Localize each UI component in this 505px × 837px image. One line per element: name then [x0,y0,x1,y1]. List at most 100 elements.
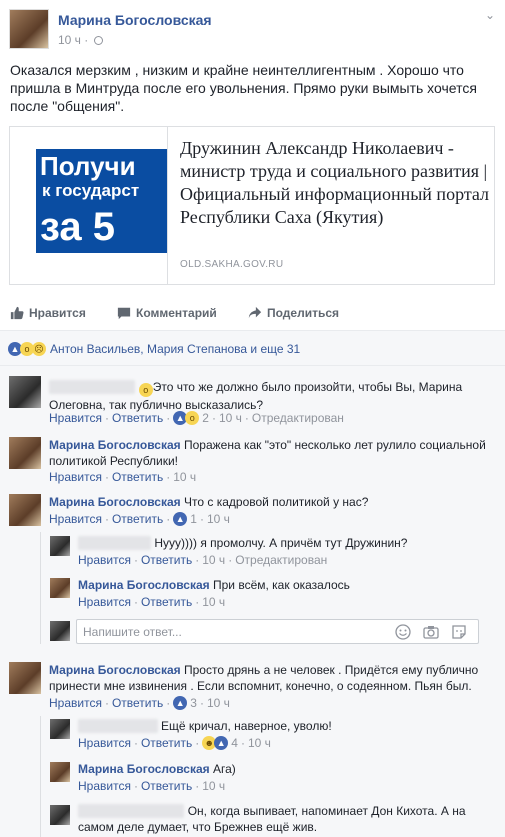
reaction-count[interactable]: 4 [231,736,238,750]
banner-text-line-1: Получи [40,151,136,181]
reply-text: Аааааа Ааааааааа Он, когда выпивает, нап… [78,803,488,835]
comment-reply-link[interactable]: Ответить [112,411,163,425]
reply-body: Ага) [213,762,236,776]
replier-avatar[interactable] [50,762,70,782]
thumbs-up-icon [10,306,24,320]
comment-meta: Нравится · Ответить · ▲ 1 · 10 ч [49,512,230,526]
replier-avatar[interactable] [50,536,70,556]
comment-like-link[interactable]: Нравится [49,512,102,526]
reply-reply-link[interactable]: Ответить [141,553,192,567]
reply-meta: Нравится · Ответить · 10 ч [78,595,226,609]
wow-emoji-icon: o [138,383,153,397]
comment-like-link[interactable]: Нравится [49,411,102,425]
reply-body: Нууу)))) я промолчу. А причём тут Дружин… [154,536,408,550]
share-label: Поделиться [267,306,340,320]
chevron-down-icon[interactable]: ⌄ [485,8,495,22]
comment-text: Марина Богословская Просто дрянь а не че… [49,662,494,694]
sad-reaction-icon: ☹ [32,342,46,356]
link-preview-domain: OLD.SAKHA.GOV.RU [180,259,284,270]
reply-author[interactable]: Марина Богословская [78,762,210,776]
edited-label[interactable]: Отредактирован [235,553,327,567]
post-actions-bar: Нравится Комментарий Поделиться [0,300,505,328]
reaction-count[interactable]: 1 [190,512,197,526]
reaction-count[interactable]: 2 [202,411,209,425]
replier-avatar[interactable] [50,719,70,739]
comment-body: Что с кадровой политикой у нас? [184,495,369,509]
reply-body: Ещё кричал, наверное, уволю! [161,719,332,733]
comment-author[interactable]: Марина Богословская [49,663,181,677]
reactions-summary[interactable]: ▲ o ☹ Антон Васильев, Мария Степанова и … [8,342,300,356]
facebook-post: Марина Богословская 10 ч · ⌄ Оказался ме… [0,0,505,837]
reply-time[interactable]: 10 ч [248,736,271,750]
reply-reply-link[interactable]: Ответить [141,595,192,609]
reply-reply-link[interactable]: Ответить [141,779,192,793]
wow-reaction-icon: o [185,411,200,425]
comment-text: Марина Богословская Поражена как "это" н… [49,437,489,469]
reply-like-link[interactable]: Нравится [78,553,131,567]
share-icon [248,306,262,319]
reply-meta: Нравится · Ответить · 10 ч · Отредактиро… [78,553,328,567]
comment-time[interactable]: 10 ч [207,512,230,526]
emoji-icon[interactable] [395,624,411,640]
like-button[interactable]: Нравится [10,306,86,320]
reply-meta: Нравится · Ответить · ☻ ▲ 4 · 10 ч [78,736,271,750]
link-preview-card[interactable]: Получи к государст за 5 Дружинин Алексан… [9,126,495,285]
redacted-author: Ааааа Ааааааа [49,380,136,394]
comment-author[interactable]: Марина Богословская [49,495,181,509]
sticker-icon[interactable] [451,624,467,640]
like-label: Нравится [29,306,86,320]
reply-like-link[interactable]: Нравится [78,595,131,609]
reply-input[interactable] [83,624,383,639]
reply-text: Ааааа Аааааа Ещё кричал, наверное, уволю… [78,718,488,734]
post-time[interactable]: 10 ч [58,33,81,47]
banner-graphic: Получи к государст за 5 [36,149,167,253]
post-timestamp[interactable]: 10 ч · [58,33,103,47]
reply-text: Марина Богословская Ага) [78,761,488,777]
reaction-count[interactable]: 3 [190,696,197,710]
reply-meta: Нравится · Ответить · 10 ч [78,779,226,793]
reply-like-link[interactable]: Нравится [78,779,131,793]
reply-text: Марина Богословская При всём, как оказал… [78,577,488,593]
banner-text-line-3: за 5 [40,205,115,249]
replier-avatar[interactable] [50,805,70,825]
comment-icon [117,307,131,320]
commenter-avatar[interactable] [9,376,41,408]
author-avatar[interactable] [9,9,49,49]
comment-text: Марина Богословская Что с кадровой полит… [49,494,489,510]
reply-time[interactable]: 10 ч [202,779,225,793]
replier-avatar[interactable] [50,578,70,598]
edited-label[interactable]: Отредактирован [252,411,344,425]
comment-reply-link[interactable]: Ответить [112,696,163,710]
comment-time[interactable]: 10 ч [219,411,242,425]
reply-reply-link[interactable]: Ответить [141,736,192,750]
comment-text: Ааааа Ааааааа oЭто что же должно было пр… [49,379,489,413]
comment-time[interactable]: 10 ч [207,696,230,710]
link-preview-title[interactable]: Дружинин Александр Николаевич - министр … [180,137,490,229]
comment-reply-link[interactable]: Ответить [112,512,163,526]
reply-composer[interactable] [76,619,479,644]
reply-time[interactable]: 10 ч [202,595,225,609]
commenter-avatar[interactable] [9,662,41,694]
comment-author[interactable]: Марина Богословская [49,438,181,452]
commenter-avatar[interactable] [9,494,41,526]
author-name[interactable]: Марина Богословская [58,12,212,28]
reply-time[interactable]: 10 ч [202,553,225,567]
camera-icon[interactable] [423,624,439,640]
share-button[interactable]: Поделиться [248,306,339,320]
link-preview-image[interactable]: Получи к государст за 5 [10,127,168,284]
divider [0,365,505,366]
comment-button[interactable]: Комментарий [117,306,217,320]
comment-like-link[interactable]: Нравится [49,696,102,710]
reply-body: При всём, как оказалось [213,578,350,592]
reply-text: Ааааа Ааааа Нууу)))) я промолчу. А причё… [78,535,488,551]
comment-time[interactable]: 10 ч [173,470,196,484]
reply-author[interactable]: Марина Богословская [78,578,210,592]
reply-thread-line [40,716,41,837]
reply-like-link[interactable]: Нравится [78,736,131,750]
comment-like-link[interactable]: Нравится [49,470,102,484]
reactions-names[interactable]: Антон Васильев, Мария Степанова и еще 31 [50,342,300,356]
post-text: Оказался мерзким , низким и крайне неинт… [10,62,477,114]
comment-reply-link[interactable]: Ответить [112,470,163,484]
commenter-avatar[interactable] [9,437,41,469]
like-reaction-icon: ▲ [214,736,229,750]
